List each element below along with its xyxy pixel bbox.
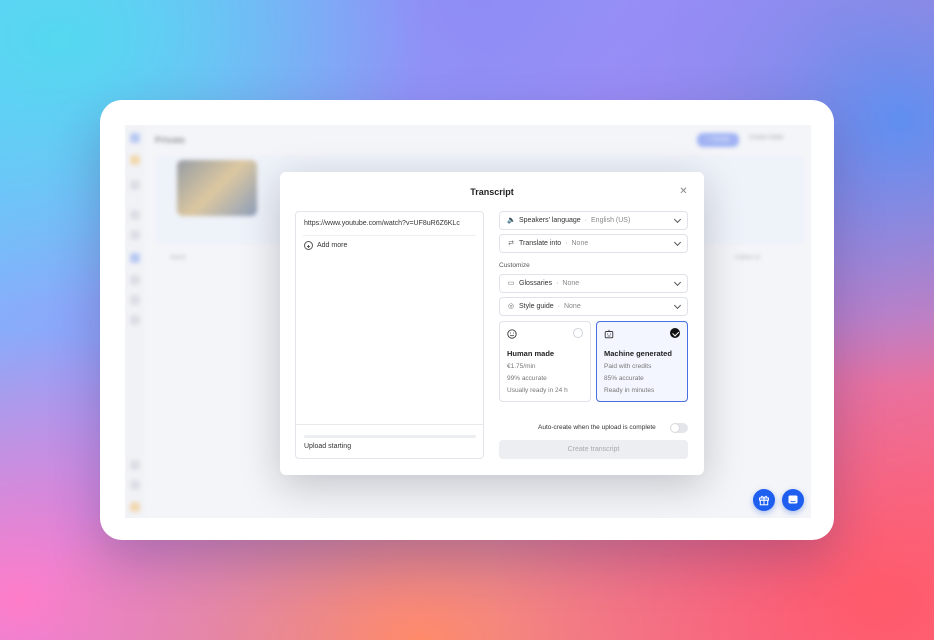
customize-label: Customize (499, 262, 530, 269)
toggle-knob (671, 424, 679, 432)
close-icon[interactable]: ✕ (678, 186, 689, 197)
workspace-icon (130, 155, 140, 165)
select-label: Speakers' language (519, 217, 581, 224)
select-value: None (563, 303, 581, 310)
style-guide-icon: ◎ (507, 302, 515, 310)
background-page-title: Private (155, 135, 186, 145)
chevron-down-icon (673, 215, 682, 224)
transcript-modal: Transcript ✕ https://www.youtube.com/wat… (280, 172, 704, 475)
auto-create-label: Auto-create when the upload is complete (538, 424, 656, 431)
chat-icon (788, 495, 798, 504)
option-price: Paid with credits (604, 363, 652, 370)
gift-button[interactable] (753, 489, 775, 511)
select-value: None (571, 240, 589, 247)
add-more-button[interactable]: Add more (304, 241, 347, 250)
select-label: Style guide (519, 303, 554, 310)
plus-circle-icon (304, 241, 313, 250)
select-value: English (US) (591, 217, 631, 224)
divider (303, 235, 476, 236)
sidebar-icon (130, 275, 140, 285)
select-value: None (562, 280, 580, 287)
human-made-option[interactable]: Human made €1.75/min 99% accurate Usuall… (499, 321, 591, 402)
sidebar-icon (130, 460, 140, 470)
url-value[interactable]: https://www.youtube.com/watch?v=UF8uR6Z6… (304, 220, 460, 227)
chat-button[interactable] (782, 489, 804, 511)
robot-icon (604, 329, 614, 339)
option-title: Machine generated (604, 349, 672, 358)
background-col-name: Name (170, 255, 187, 261)
chevron-down-icon (673, 238, 682, 247)
option-turnaround: Usually ready in 24 h (507, 387, 568, 394)
select-label: Translate into (519, 240, 562, 247)
sidebar-icon (130, 230, 140, 240)
translate-into-select[interactable]: ⇄ Translate into · None (499, 234, 688, 253)
background-col-date: Added on (735, 255, 761, 261)
app-screen: Private + Create Create folder Name Adde… (125, 125, 811, 518)
upload-progress-bar (304, 435, 476, 438)
option-accuracy: 85% accurate (604, 375, 644, 382)
option-radio[interactable] (670, 328, 680, 338)
background-create-folder-link: Create folder (749, 135, 784, 141)
sidebar-icon (130, 480, 140, 490)
option-accuracy: 99% accurate (507, 375, 547, 382)
sidebar-icon (130, 253, 140, 263)
glossaries-select[interactable]: ▭ Glossaries · None (499, 274, 688, 293)
sidebar-icon (130, 180, 140, 190)
select-separator: · (584, 217, 588, 224)
background-sidebar (125, 125, 145, 518)
logo-icon (130, 133, 140, 143)
speaker-icon: 🔈 (507, 216, 516, 224)
auto-create-toggle[interactable] (670, 423, 688, 433)
option-title: Human made (507, 349, 555, 358)
select-label: Glossaries (519, 280, 553, 287)
speakers-language-select[interactable]: 🔈 Speakers' language · English (US) (499, 211, 688, 230)
device-frame: Private + Create Create folder Name Adde… (100, 100, 834, 540)
machine-generated-option[interactable]: Machine generated Paid with credits 85% … (596, 321, 688, 402)
upload-panel: https://www.youtube.com/watch?v=UF8uR6Z6… (295, 211, 484, 459)
book-icon: ▭ (507, 279, 515, 287)
chevron-down-icon (673, 301, 682, 310)
upload-status: Upload starting (304, 443, 352, 450)
sidebar-icon (130, 315, 140, 325)
translate-icon: ⇄ (508, 239, 514, 247)
gift-icon (759, 495, 769, 506)
select-separator: · (565, 240, 568, 247)
create-transcript-button[interactable]: Create transcript (499, 440, 688, 459)
select-separator: · (556, 280, 559, 287)
sidebar-icon (130, 295, 140, 305)
avatar (130, 502, 140, 512)
divider (296, 424, 483, 425)
sidebar-icon (130, 210, 140, 220)
modal-title: Transcript (470, 187, 514, 197)
option-radio[interactable] (573, 328, 583, 338)
select-separator: · (557, 303, 560, 310)
background-create-button: + Create (697, 133, 739, 147)
background-thumbnail (177, 160, 257, 216)
chevron-down-icon (673, 278, 682, 287)
option-turnaround: Ready in minutes (604, 387, 655, 394)
style-guide-select[interactable]: ◎ Style guide · None (499, 297, 688, 316)
add-more-label: Add more (317, 242, 348, 249)
smiley-icon (507, 329, 517, 339)
option-price: €1.75/min (507, 363, 536, 370)
